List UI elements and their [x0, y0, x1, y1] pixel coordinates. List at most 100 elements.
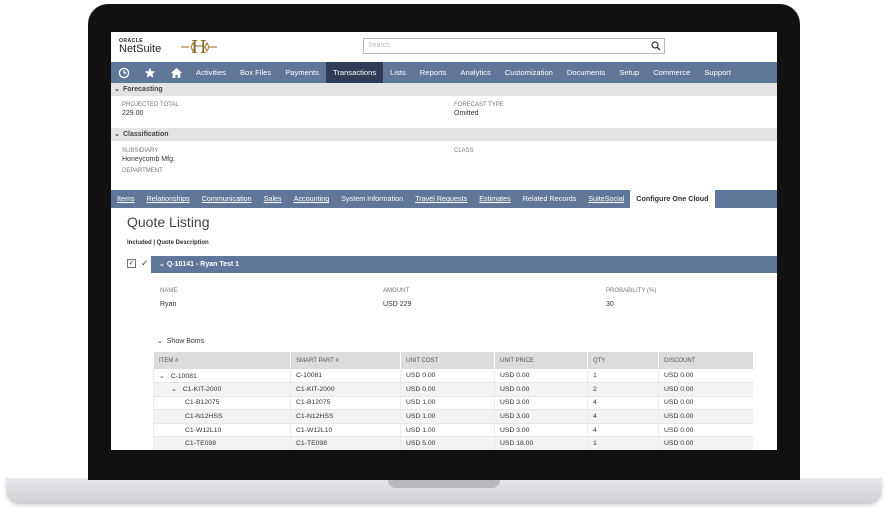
- subsidiary-value: Honeycomb Mfg.: [122, 156, 175, 163]
- cell-qty: 2: [587, 382, 659, 397]
- tab-estimates[interactable]: Estimates: [473, 190, 517, 208]
- classification-title: Classification: [123, 131, 169, 138]
- cell-price: USD 0.00: [494, 369, 588, 384]
- chevron-down-icon: ⌄: [114, 86, 120, 93]
- nav-setup[interactable]: Setup: [612, 62, 646, 84]
- cell-qty: 1: [587, 436, 659, 450]
- projected-total-label: PROJECTED TOTAL: [122, 102, 179, 108]
- nav-reports[interactable]: Reports: [413, 62, 454, 84]
- nav-commerce[interactable]: Commerce: [646, 62, 697, 84]
- tab-communication[interactable]: Communication: [196, 190, 258, 208]
- table-row[interactable]: ⌄ C1-KIT-2000 C1-KIT-2000 USD 0.00 USD 0.00 2…: [153, 382, 753, 397]
- table-row[interactable]: C1-W12L10 C1-W12L10 USD 1.00 USD 3.00 4 USD 0…: [153, 423, 753, 438]
- col-unit-cost[interactable]: UNIT COST: [400, 352, 495, 369]
- cell-smart: C1-TE098: [290, 436, 401, 450]
- cell-qty: 1: [587, 369, 659, 384]
- global-search-input[interactable]: Search: [363, 38, 665, 54]
- item-number: C1-KIT-2000: [182, 386, 222, 394]
- netsuite-logo[interactable]: ORACLE NetSuite: [119, 38, 161, 55]
- tab-related-records[interactable]: Related Records: [517, 190, 583, 208]
- recent-icon[interactable]: [111, 62, 137, 84]
- home-icon[interactable]: [163, 62, 189, 84]
- show-boms-label: Show Boms: [166, 338, 205, 345]
- tab-suitesocial[interactable]: SuiteSocial: [582, 190, 630, 208]
- cell-item: ⌄ C-10081: [153, 369, 291, 384]
- cell-price: USD 3.00: [494, 396, 588, 411]
- chevron-down-icon[interactable]: ⌄: [159, 373, 165, 380]
- brand-netsuite: NetSuite: [119, 43, 162, 55]
- forecast-type-value: Omitted: [454, 110, 479, 117]
- cell-cost: USD 5.00: [400, 436, 495, 450]
- cell-discount: USD 0.00: [658, 369, 753, 384]
- star-icon[interactable]: [137, 62, 163, 84]
- cell-smart: C1-W12L10: [290, 423, 401, 438]
- svg-text:H: H: [191, 37, 207, 58]
- tab-items[interactable]: Items: [111, 190, 141, 208]
- forecasting-section-header[interactable]: ⌄ Forecasting: [111, 83, 777, 96]
- item-number: C1-N12HSS: [185, 413, 223, 421]
- tab-system-information[interactable]: System Information: [335, 190, 409, 208]
- cell-item: ⌄ C1-KIT-2000: [153, 382, 291, 397]
- cell-qty: 4: [587, 423, 659, 438]
- item-number: C1-B12075: [185, 399, 220, 407]
- cell-item: C1-N12HSS: [153, 409, 291, 424]
- col-discount[interactable]: DISCOUNT: [658, 352, 753, 369]
- col-item[interactable]: ITEM #: [153, 352, 291, 369]
- tab-accounting[interactable]: Accounting: [288, 190, 336, 208]
- col-unit-price[interactable]: UNIT PRICE: [494, 352, 588, 369]
- top-header: ORACLE NetSuite H Search: [111, 32, 777, 62]
- item-number: C-10081: [170, 372, 197, 380]
- cell-smart: C1-KIT-2000: [290, 382, 401, 397]
- chevron-down-icon[interactable]: ⌄: [171, 386, 177, 393]
- table-row[interactable]: C1-N12HSS C1-N12HSS USD 1.00 USD 3.00 4 USD 0…: [153, 409, 753, 424]
- tab-sales[interactable]: Sales: [258, 190, 288, 208]
- nav-activities[interactable]: Activities: [189, 62, 233, 84]
- nav-documents[interactable]: Documents: [560, 62, 612, 84]
- table-row[interactable]: ⌄ C-10081 C-10081 USD 0.00 USD 0.00 1 USD 0.00: [153, 369, 753, 384]
- app-screen: ORACLE NetSuite H Search Activities Box …: [111, 32, 777, 450]
- nav-payments[interactable]: Payments: [278, 62, 326, 84]
- chevron-down-icon: ⌄: [157, 338, 163, 345]
- cell-cost: USD 0.00: [400, 369, 495, 384]
- nav-lists[interactable]: Lists: [383, 62, 413, 84]
- cell-cost: USD 0.00: [400, 382, 495, 397]
- projected-total-value: 229.00: [122, 110, 144, 117]
- cell-discount: USD 0.00: [658, 396, 753, 411]
- quote-row-title: Q-10141 - Ryan Test 1: [166, 261, 240, 268]
- cell-price: USD 0.00: [494, 382, 588, 397]
- cell-smart: C1-N12HSS: [290, 409, 401, 424]
- cell-cost: USD 1.00: [400, 409, 495, 424]
- table-row[interactable]: C1-TE098 C1-TE098 USD 5.00 USD 18.00 1 USD 0.…: [153, 436, 753, 450]
- chevron-down-icon: ⌄: [114, 131, 120, 138]
- col-smart-part[interactable]: SMART PART #: [290, 352, 401, 369]
- col-qty[interactable]: QTY: [587, 352, 659, 369]
- tab-relationships[interactable]: Relationships: [141, 190, 196, 208]
- cell-qty: 4: [587, 409, 659, 424]
- search-icon[interactable]: [651, 41, 661, 51]
- included-checkbox[interactable]: ✓: [127, 259, 136, 268]
- cell-smart: C-10081: [290, 369, 401, 384]
- tab-travel-requests[interactable]: Travel Requests: [409, 190, 473, 208]
- show-boms-toggle[interactable]: ⌄ Show Boms: [157, 337, 204, 345]
- cell-qty: 4: [587, 396, 659, 411]
- nav-analytics[interactable]: Analytics: [453, 62, 497, 84]
- quote-listing-subtitle: Included | Quote Description: [127, 240, 209, 246]
- tab-configure-one-cloud[interactable]: Configure One Cloud: [630, 190, 715, 208]
- record-subtabs: Items Relationships Communication Sales …: [111, 190, 777, 208]
- nav-support[interactable]: Support: [697, 62, 738, 84]
- quote-row-header[interactable]: ⌄ Q-10141 - Ryan Test 1: [151, 256, 777, 273]
- cell-price: USD 18.00: [494, 436, 588, 450]
- nav-box-files[interactable]: Box Files: [233, 62, 278, 84]
- cell-item: C1-W12L10: [153, 423, 291, 438]
- quote-name-value: Ryan: [160, 301, 177, 308]
- cell-cost: USD 1.00: [400, 396, 495, 411]
- classification-section-header[interactable]: ⌄ Classification: [111, 128, 777, 141]
- table-row[interactable]: C1-B12075 C1-B12075 USD 1.00 USD 3.00 4 USD 0…: [153, 396, 753, 411]
- search-placeholder: Search: [368, 42, 391, 49]
- quote-probability-value: 30: [606, 301, 614, 308]
- nav-transactions[interactable]: Transactions: [325, 62, 384, 84]
- cell-price: USD 3.00: [494, 409, 588, 424]
- nav-customization[interactable]: Customization: [498, 62, 560, 84]
- company-logo-icon: H: [181, 37, 217, 58]
- quote-name-label: NAME: [160, 288, 178, 294]
